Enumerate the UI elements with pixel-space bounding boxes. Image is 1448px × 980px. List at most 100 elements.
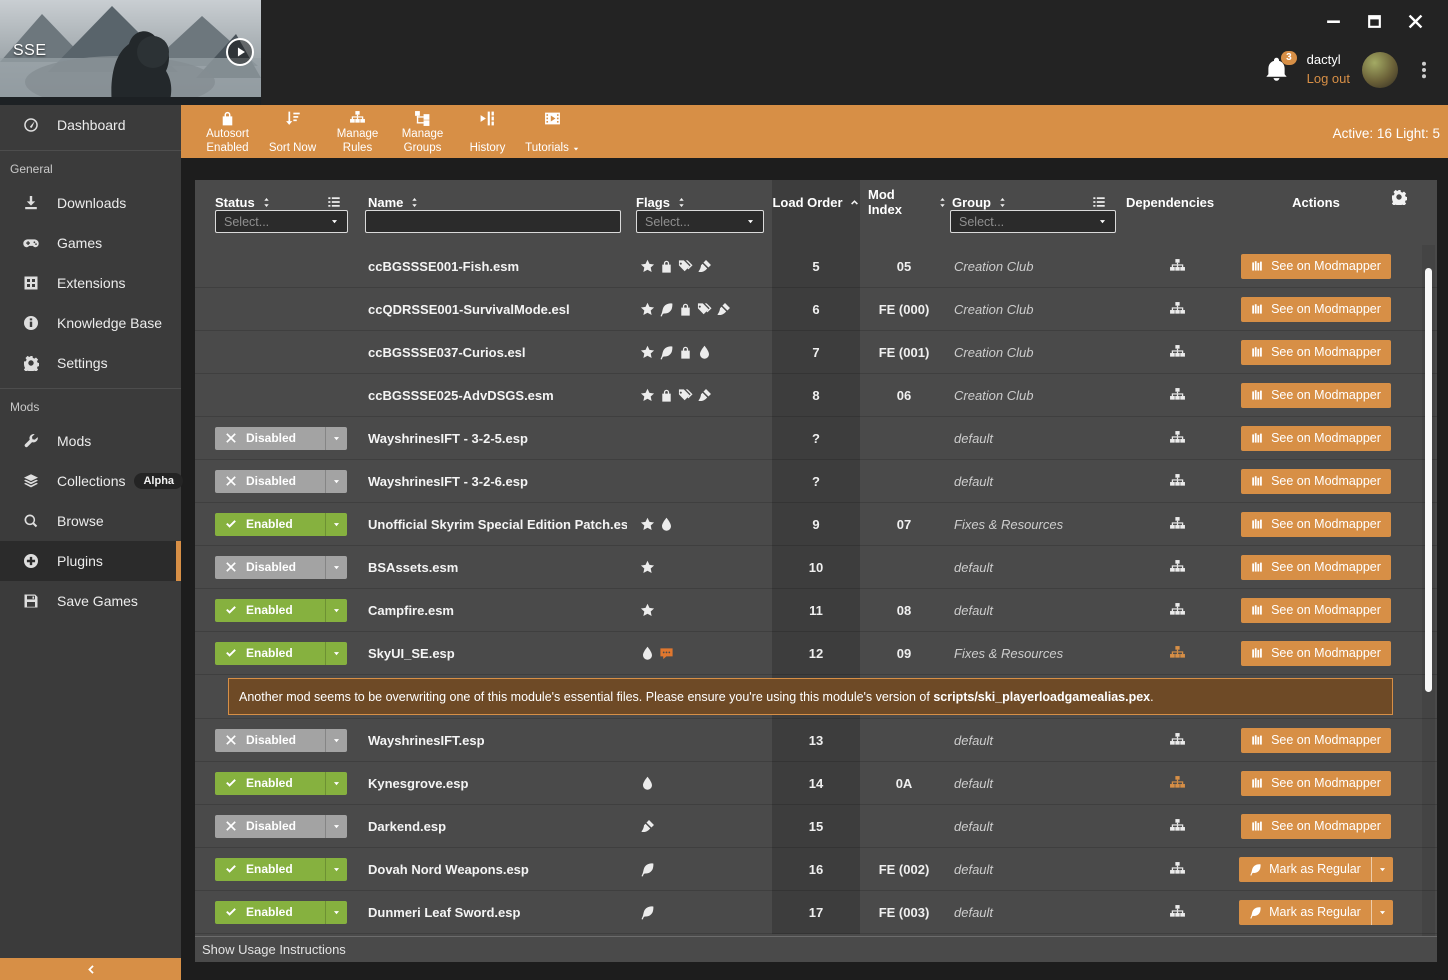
list-icon[interactable] [1092, 195, 1106, 209]
close-button[interactable] [1407, 13, 1424, 30]
sidebar-item-knowledge-base[interactable]: Knowledge Base [0, 303, 181, 343]
minimize-button[interactable] [1325, 13, 1342, 30]
toolbar-button-autosort-enabled[interactable]: AutosortEnabled [195, 108, 260, 156]
name-filter-input[interactable] [365, 210, 621, 233]
plugin-row: EnabledCampfire.esm1108defaultSee on Mod… [195, 589, 1437, 632]
status-filter-select[interactable]: Select... [215, 210, 348, 233]
action-button-see-on-modmapper[interactable]: See on Modmapper [1241, 254, 1391, 279]
action-button-see-on-modmapper[interactable]: See on Modmapper [1241, 641, 1391, 666]
status-dropdown[interactable] [325, 556, 347, 579]
action-button-see-on-modmapper[interactable]: See on Modmapper [1241, 555, 1391, 580]
plugin-status-button[interactable]: Enabled [215, 901, 347, 924]
toolbar-button-manage-rules[interactable]: ManageRules [325, 108, 390, 156]
sort-both-icon [261, 197, 272, 208]
status-dropdown[interactable] [325, 901, 347, 924]
plugin-status-button[interactable]: Enabled [215, 858, 347, 881]
dependencies-icon[interactable] [1169, 344, 1186, 361]
status-dropdown[interactable] [325, 729, 347, 752]
sidebar-item-label: Mods [57, 433, 91, 449]
status-dropdown[interactable] [325, 858, 347, 881]
group-filter-select[interactable]: Select... [950, 210, 1116, 233]
plugin-name: ccBGSSSE037-Curios.esl [368, 345, 526, 360]
toolbar-button-tutorials[interactable]: Tutorials [520, 108, 585, 156]
dependencies-icon[interactable] [1169, 301, 1186, 318]
dependencies-icon[interactable] [1169, 645, 1186, 662]
dependencies-icon[interactable] [1169, 602, 1186, 619]
sidebar-item-save-games[interactable]: Save Games [0, 581, 181, 621]
kebab-menu-icon[interactable] [1414, 60, 1434, 80]
plugin-status-button[interactable]: Disabled [215, 470, 347, 493]
dependencies-icon[interactable] [1169, 387, 1186, 404]
logout-link[interactable]: Log out [1307, 70, 1350, 89]
action-dropdown[interactable] [1371, 900, 1393, 925]
dependencies-icon[interactable] [1169, 473, 1186, 490]
dependencies-icon[interactable] [1169, 904, 1186, 921]
status-dropdown[interactable] [325, 599, 347, 622]
sidebar-item-downloads[interactable]: Downloads [0, 183, 181, 223]
status-dropdown[interactable] [325, 815, 347, 838]
sidebar-item-extensions[interactable]: Extensions [0, 263, 181, 303]
action-button-see-on-modmapper[interactable]: See on Modmapper [1241, 728, 1391, 753]
sidebar-item-dashboard[interactable]: Dashboard [0, 105, 181, 145]
status-cell: Disabled [215, 417, 355, 459]
notifications-button[interactable]: 3 [1264, 57, 1289, 82]
dependencies-icon[interactable] [1169, 861, 1186, 878]
play-button[interactable] [226, 38, 254, 66]
plugin-row: EnabledSkyUI_SE.esp1209Fixes & Resources… [195, 632, 1437, 675]
toolbar-button-manage-groups[interactable]: ManageGroups [390, 108, 455, 156]
action-button-see-on-modmapper[interactable]: See on Modmapper [1241, 598, 1391, 623]
status-dropdown[interactable] [325, 772, 347, 795]
plugin-status-button[interactable]: Disabled [215, 556, 347, 579]
load-order-cell: 7 [772, 331, 860, 373]
gauge-icon [23, 117, 39, 133]
dependencies-icon[interactable] [1169, 732, 1186, 749]
status-dropdown[interactable] [325, 470, 347, 493]
show-usage-instructions[interactable]: Show Usage Instructions [195, 936, 1437, 962]
action-dropdown[interactable] [1371, 857, 1393, 882]
scrollbar-thumb[interactable] [1425, 268, 1432, 692]
action-button-see-on-modmapper[interactable]: See on Modmapper [1241, 297, 1391, 322]
action-button-mark-as-regular[interactable]: Mark as Regular [1239, 900, 1393, 925]
plugin-status-button[interactable]: Disabled [215, 729, 347, 752]
plugin-status-button[interactable]: Disabled [215, 427, 347, 450]
table-settings-gear-icon[interactable] [1391, 189, 1407, 205]
game-banner[interactable]: SSE [0, 0, 261, 105]
action-button-see-on-modmapper[interactable]: See on Modmapper [1241, 512, 1391, 537]
sidebar-item-settings[interactable]: Settings [0, 343, 181, 383]
action-button-mark-as-regular[interactable]: Mark as Regular [1239, 857, 1393, 882]
sidebar-item-plugins[interactable]: Plugins [0, 541, 181, 581]
dependencies-icon[interactable] [1169, 430, 1186, 447]
sidebar-collapse-button[interactable] [0, 958, 181, 980]
toolbar-button-history[interactable]: History [455, 108, 520, 156]
avatar[interactable] [1362, 52, 1398, 88]
plugin-status-button[interactable]: Enabled [215, 599, 347, 622]
status-dropdown[interactable] [325, 642, 347, 665]
name-cell: Unofficial Skyrim Special Edition Patch.… [355, 503, 627, 545]
dependencies-icon[interactable] [1169, 775, 1186, 792]
sidebar-item-collections[interactable]: CollectionsAlpha [0, 461, 181, 501]
dependencies-icon[interactable] [1169, 559, 1186, 576]
action-button-see-on-modmapper[interactable]: See on Modmapper [1241, 814, 1391, 839]
modmapper-icon [1251, 777, 1264, 790]
plugin-status-button[interactable]: Enabled [215, 513, 347, 536]
maximize-button[interactable] [1366, 13, 1383, 30]
action-button-see-on-modmapper[interactable]: See on Modmapper [1241, 426, 1391, 451]
action-button-see-on-modmapper[interactable]: See on Modmapper [1241, 771, 1391, 796]
action-button-see-on-modmapper[interactable]: See on Modmapper [1241, 383, 1391, 408]
dependencies-icon[interactable] [1169, 818, 1186, 835]
sidebar-item-games[interactable]: Games [0, 223, 181, 263]
flags-filter-select[interactable]: Select... [636, 210, 764, 233]
status-dropdown[interactable] [325, 427, 347, 450]
sidebar-item-mods[interactable]: Mods [0, 421, 181, 461]
dependencies-icon[interactable] [1169, 258, 1186, 275]
toolbar-button-sort-now[interactable]: Sort Now [260, 108, 325, 156]
dependencies-icon[interactable] [1169, 516, 1186, 533]
action-button-see-on-modmapper[interactable]: See on Modmapper [1241, 469, 1391, 494]
plugin-status-button[interactable]: Enabled [215, 642, 347, 665]
plugin-status-button[interactable]: Disabled [215, 815, 347, 838]
sidebar-item-browse[interactable]: Browse [0, 501, 181, 541]
list-icon[interactable] [327, 195, 341, 209]
status-dropdown[interactable] [325, 513, 347, 536]
plugin-status-button[interactable]: Enabled [215, 772, 347, 795]
action-button-see-on-modmapper[interactable]: See on Modmapper [1241, 340, 1391, 365]
